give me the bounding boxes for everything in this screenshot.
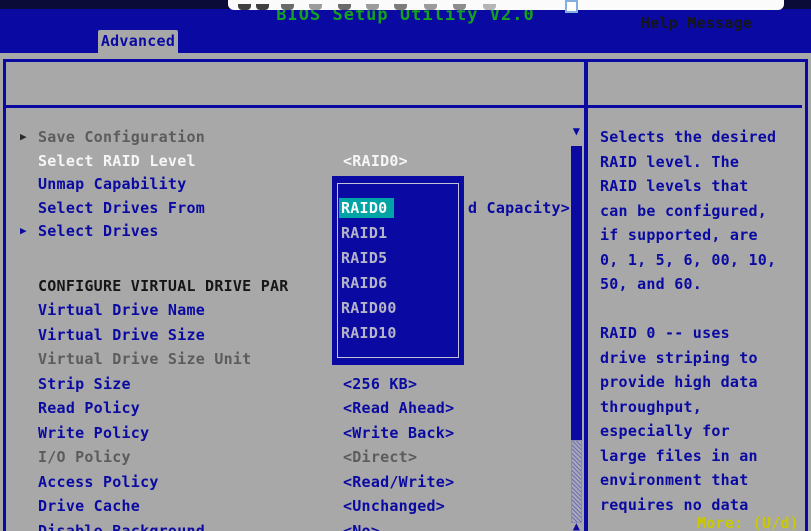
item-label: Save Configuration	[38, 128, 205, 146]
section-heading-row: CONFIGURE VIRTUAL DRIVE PAR	[6, 277, 566, 295]
list-item-row[interactable]: Strip Size <256 KB>	[6, 375, 566, 393]
help-text-line: drive striping to	[600, 349, 805, 367]
help-text-line: if supported, are	[600, 226, 805, 244]
item-label: I/O Policy	[38, 448, 131, 466]
help-text-line: 50, and 60.	[600, 275, 805, 293]
item-value: <RAID0>	[343, 152, 408, 170]
help-text-line: large files in an	[600, 447, 805, 465]
dropdown-option[interactable]: RAID6	[341, 274, 387, 292]
help-text-line: can be configured,	[600, 202, 805, 220]
partial-app-icon[interactable]	[453, 4, 466, 10]
partial-app-icon[interactable]	[256, 4, 269, 10]
help-text-line: Selects the desired	[600, 128, 805, 146]
item-value: <Direct>	[343, 448, 417, 466]
dropdown-option[interactable]: RAID0	[341, 199, 394, 217]
list-item-row[interactable]: Virtual Drive Size Unit	[6, 350, 566, 368]
list-item-row[interactable]: Virtual Drive Size	[6, 326, 566, 344]
help-text-line: 0, 1, 5, 6, 00, 10,	[600, 251, 805, 269]
partial-app-icon[interactable]	[309, 4, 322, 10]
list-item-row[interactable]: ▶ Save Configuration	[6, 128, 566, 146]
viewer-toolbar[interactable]	[228, 0, 784, 10]
dropdown-option-selected[interactable]: RAID0	[339, 198, 394, 218]
partial-app-icon[interactable]	[238, 4, 251, 10]
help-text-line: requires no data	[600, 496, 805, 514]
select-drives-from-value-fragment: d Capacity>	[468, 199, 570, 217]
help-text-line: especially for	[600, 422, 805, 440]
partial-app-icon[interactable]	[483, 4, 496, 10]
item-label: Virtual Drive Size Unit	[38, 350, 251, 368]
item-value: <Read Ahead>	[343, 399, 454, 417]
raid-level-dropdown: RAID0 RAID1 RAID5 RAID6 RAID00 RAID10	[332, 176, 464, 365]
item-label: Drive Cache	[38, 497, 140, 515]
list-item-row[interactable]: Write Policy <Write Back>	[6, 424, 566, 442]
list-item-row[interactable]: Unmap Capability	[6, 175, 566, 193]
item-label: Access Policy	[38, 473, 159, 491]
partial-app-icon[interactable]	[281, 4, 294, 10]
item-label: Virtual Drive Name	[38, 301, 205, 319]
tab-advanced[interactable]: Advanced	[98, 30, 178, 53]
help-text-line: RAID level. The	[600, 153, 805, 171]
panel-divider	[584, 62, 588, 531]
item-value: <No>	[343, 522, 380, 531]
list-item-row[interactable]: Disable Background <No>	[6, 522, 566, 531]
partial-app-icon[interactable]	[394, 4, 407, 10]
more-hint: More: (U/d)	[697, 514, 799, 531]
item-label: Select Drives	[38, 222, 159, 240]
help-text-line: RAID levels that	[600, 177, 805, 195]
item-label: Read Policy	[38, 399, 140, 417]
list-item-row[interactable]: Select RAID Level <RAID0>	[6, 152, 566, 170]
submenu-arrow-icon: ▶	[20, 130, 27, 143]
dropdown-option[interactable]: RAID00	[341, 299, 397, 317]
help-text-line: environment that	[600, 471, 805, 489]
list-item-row[interactable]: Read Policy <Read Ahead>	[6, 399, 566, 417]
item-label: Select Drives From	[38, 199, 205, 217]
partial-app-icon[interactable]	[424, 4, 437, 10]
item-label: Write Policy	[38, 424, 149, 442]
item-value: <Write Back>	[343, 424, 454, 442]
dropdown-option[interactable]: RAID5	[341, 249, 387, 267]
item-value: <Unchanged>	[343, 497, 445, 515]
item-value: <256 KB>	[343, 375, 417, 393]
list-item-row[interactable]: ▶ Select Drives	[6, 222, 566, 240]
header-row	[3, 62, 802, 108]
help-text-line: RAID 0 -- uses	[600, 324, 805, 342]
list-item-row[interactable]: Access Policy <Read/Write>	[6, 473, 566, 491]
dropdown-option[interactable]: RAID1	[341, 224, 387, 242]
dropdown-option[interactable]: RAID10	[341, 324, 397, 342]
help-text-line: provide high data	[600, 373, 805, 391]
scroll-down-icon[interactable]: ▼	[570, 124, 583, 138]
item-label: Strip Size	[38, 375, 131, 393]
scroll-up-icon[interactable]: ▲	[570, 519, 583, 531]
list-item-row[interactable]: Virtual Drive Name	[6, 301, 566, 319]
list-item-row[interactable]: Drive Cache <Unchanged>	[6, 497, 566, 515]
item-label: CONFIGURE VIRTUAL DRIVE PAR	[38, 277, 289, 295]
submenu-arrow-icon: ▶	[20, 224, 27, 237]
item-label: Virtual Drive Size	[38, 326, 205, 344]
item-label: Unmap Capability	[38, 175, 187, 193]
bios-setup-screen: BIOS Setup Utility V2.0 Advanced Create …	[0, 0, 811, 531]
scrollbar-thumb[interactable]	[571, 146, 582, 440]
partial-app-icon[interactable]	[338, 4, 351, 10]
blue-window-icon[interactable]	[565, 0, 578, 13]
list-item-row[interactable]: I/O Policy <Direct>	[6, 448, 566, 466]
scrollbar-track[interactable]	[571, 440, 582, 523]
item-label: Select RAID Level	[38, 152, 196, 170]
item-value: <Read/Write>	[343, 473, 454, 491]
partial-app-icon[interactable]	[366, 4, 379, 10]
item-label: Disable Background	[38, 522, 205, 531]
help-text-line: throughput,	[600, 398, 805, 416]
